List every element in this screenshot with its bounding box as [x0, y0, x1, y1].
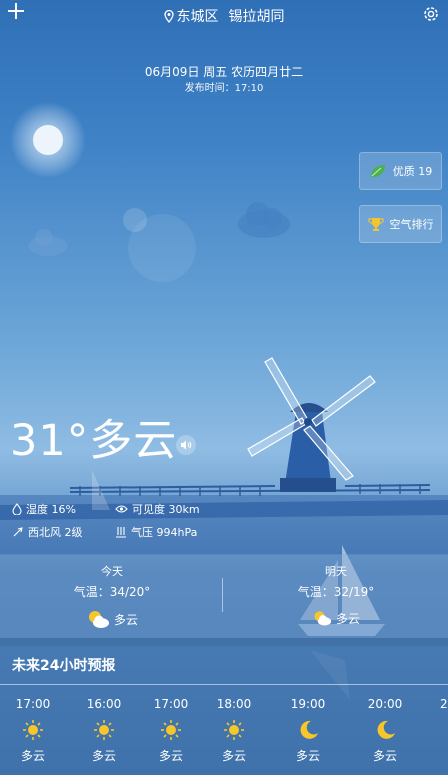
hour-condition: 多云	[372, 749, 397, 763]
air-rank-label: 空气排行	[389, 218, 434, 231]
wind-icon	[13, 527, 23, 537]
day-condition: 多云	[0, 609, 224, 629]
leaf-icon	[370, 165, 385, 178]
day-label: 今天	[101, 565, 123, 578]
moon-icon	[377, 720, 395, 739]
hourly-item[interactable]: 20:00 多云	[357, 697, 413, 764]
hourly-item[interactable]: 17:00 多云	[143, 697, 199, 764]
top-bar: 东城区 锡拉胡同	[0, 0, 448, 30]
hour-time: 19:00	[290, 697, 326, 711]
day-temp: 气温：32/19°	[297, 585, 375, 599]
sun-icon	[23, 720, 43, 740]
sun-icon	[94, 720, 114, 740]
forecast-divider	[0, 684, 448, 685]
date-line: 06月09日 周五 农历四月廿二	[144, 65, 304, 79]
street-label: 锡拉胡同	[228, 9, 285, 25]
droplet-icon	[12, 503, 22, 515]
hourly-item[interactable]: 18:00 多云	[206, 697, 262, 764]
hourly-item[interactable]: 19:00 多云	[280, 697, 336, 764]
visibility-label: 可见度 30km	[132, 503, 200, 516]
hour-condition: 多云	[20, 749, 45, 763]
hourly-item-partial: 2	[440, 697, 448, 711]
hour-condition: 多云	[221, 749, 246, 763]
windmill	[247, 357, 376, 492]
day-label: 明天	[325, 565, 347, 578]
weather-screen: 东城区 锡拉胡同 06月09日 周五 农历四月廿二 发布时间：17:10 优质 …	[0, 0, 448, 775]
current-temp-condition: 31°多云	[10, 416, 178, 466]
settings-button[interactable]	[422, 5, 440, 23]
eye-icon	[115, 505, 128, 513]
hour-time: 18:00	[216, 697, 252, 711]
partly-cloudy-icon	[88, 611, 109, 628]
day-condition: 多云	[224, 609, 448, 627]
day-temp: 气温：34/20°	[73, 585, 151, 599]
partly-cloudy-icon	[314, 611, 332, 626]
hour-time: 17:00	[15, 697, 51, 711]
moon-icon	[300, 720, 318, 739]
bubble	[128, 214, 196, 282]
pressure-icon	[116, 527, 126, 538]
forecast-title: 未来24小时预报	[12, 658, 116, 674]
speaker-icon	[181, 440, 192, 450]
trophy-icon	[367, 218, 384, 231]
voice-broadcast-button[interactable]	[176, 435, 196, 455]
day-card-today[interactable]: 今天 气温：34/20° 多云	[0, 554, 224, 638]
district-label: 东城区	[176, 9, 219, 25]
cloud-left	[28, 229, 68, 256]
sun-icon	[224, 720, 244, 740]
humidity-stat: 湿度 16%	[12, 501, 76, 517]
humidity-label: 湿度 16%	[26, 503, 76, 516]
hourly-item[interactable]: 16:00 多云	[76, 697, 132, 764]
day-divider	[222, 578, 223, 612]
section-strip	[0, 638, 448, 646]
pressure-stat: 气压 994hPa	[115, 524, 197, 540]
day-condition-label: 多云	[113, 612, 138, 627]
wind-label: 西北风 2级	[28, 526, 83, 539]
wind-stat: 西北风 2级	[12, 524, 83, 540]
hour-time: 16:00	[86, 697, 122, 711]
pressure-label: 气压 994hPa	[131, 526, 198, 539]
day-card-tomorrow[interactable]: 明天 气温：32/19° 多云	[224, 554, 448, 638]
location[interactable]: 东城区 锡拉胡同	[0, 6, 448, 27]
gear-icon	[424, 7, 438, 21]
hour-time: 20:00	[367, 697, 403, 711]
daily-summary: 今天 气温：34/20° 多云 明天 气温：32/19° 多云	[0, 554, 448, 638]
air-quality-button[interactable]: 优质 19	[359, 152, 442, 190]
fence	[69, 484, 431, 493]
sun-disc	[33, 125, 63, 155]
hour-condition: 多云	[295, 749, 320, 763]
sun-icon	[161, 720, 181, 740]
air-rank-button[interactable]: 空气排行	[359, 205, 442, 243]
air-quality-label: 优质 19	[392, 165, 433, 178]
visibility-stat: 可见度 30km	[115, 501, 200, 517]
cloud-right	[238, 202, 290, 238]
hour-condition: 多云	[91, 749, 116, 763]
hourly-item[interactable]: 17:00 多云	[5, 697, 61, 764]
hour-condition: 多云	[158, 749, 183, 763]
day-condition-label: 多云	[335, 611, 360, 626]
hour-time: 17:00	[153, 697, 189, 711]
location-pin-icon	[163, 9, 174, 23]
publish-time: 发布时间：17:10	[184, 83, 264, 94]
